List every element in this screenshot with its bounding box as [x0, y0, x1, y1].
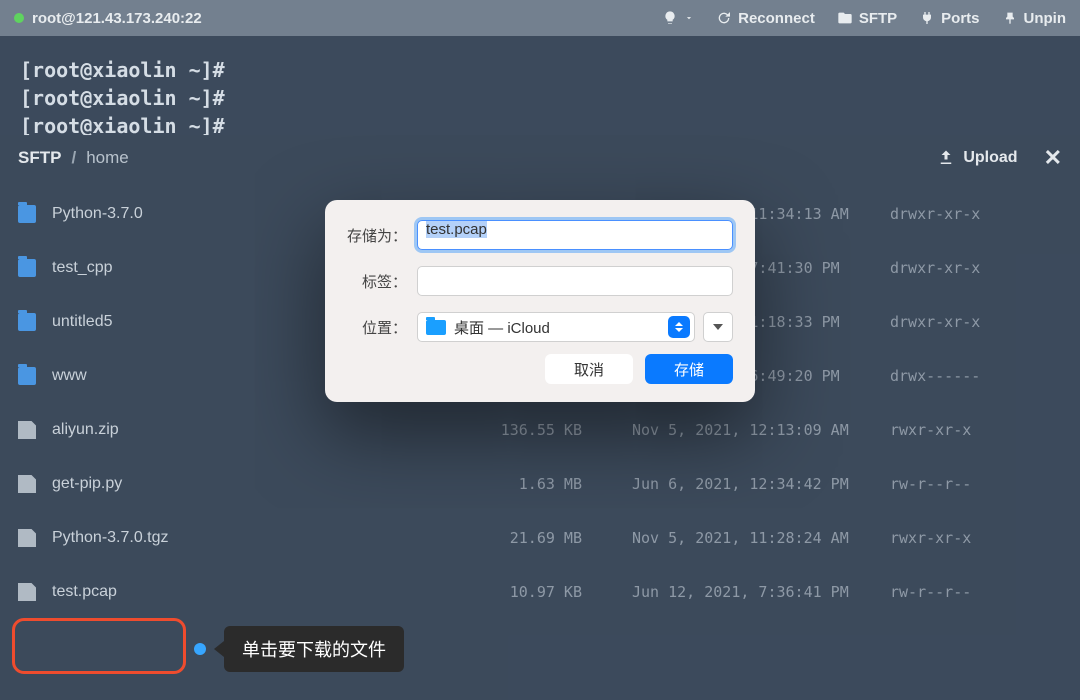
save-button[interactable]: 存储	[645, 354, 733, 384]
list-item[interactable]: test.pcap 10.97 KB Jun 12, 2021, 7:36:41…	[0, 565, 1080, 619]
file-icon	[18, 529, 36, 547]
callout-text: 单击要下载的文件	[224, 626, 404, 672]
pin-icon	[1002, 10, 1018, 26]
callout-dot-icon	[194, 643, 206, 655]
cancel-button[interactable]: 取消	[545, 354, 633, 384]
upload-button[interactable]: Upload	[937, 149, 1017, 167]
callout-arrow-icon	[214, 641, 224, 657]
location-label: 位置：	[347, 317, 417, 338]
unpin-button[interactable]: Unpin	[1002, 10, 1067, 27]
ports-label: Ports	[941, 10, 979, 27]
reconnect-label: Reconnect	[738, 10, 815, 27]
plug-icon	[919, 10, 935, 26]
host-text: root@121.43.173.240:22	[32, 10, 202, 27]
folder-open-icon	[837, 10, 853, 26]
reconnect-button[interactable]: Reconnect	[716, 10, 815, 27]
connection-status-dot	[14, 13, 24, 23]
window-title: root@121.43.173.240:22	[14, 10, 202, 27]
file-icon	[18, 421, 36, 439]
callout-tooltip: 单击要下载的文件	[194, 626, 404, 672]
tags-input[interactable]	[417, 266, 733, 296]
location-select[interactable]: 桌面 — iCloud	[417, 312, 695, 342]
list-item[interactable]: Python-3.7.0.tgz 21.69 MB Nov 5, 2021, 1…	[0, 511, 1080, 565]
file-icon	[18, 583, 36, 601]
folder-icon	[426, 320, 446, 335]
location-value: 桌面 — iCloud	[454, 317, 668, 338]
lightbulb-icon	[662, 10, 678, 26]
ports-button[interactable]: Ports	[919, 10, 979, 27]
toolbar: root@121.43.173.240:22 Reconnect SFTP Po…	[0, 0, 1080, 36]
saveas-input[interactable]: test.pcap	[417, 220, 733, 250]
folder-icon	[18, 205, 36, 223]
breadcrumb-home[interactable]: home	[86, 148, 129, 168]
folder-icon	[18, 313, 36, 331]
refresh-icon	[716, 10, 732, 26]
list-item[interactable]: get-pip.py 1.63 MB Jun 6, 2021, 12:34:42…	[0, 457, 1080, 511]
sftp-label: SFTP	[859, 10, 897, 27]
sftp-title: SFTP	[18, 148, 61, 168]
folder-icon	[18, 259, 36, 277]
chevron-down-icon	[684, 13, 694, 23]
folder-icon	[18, 367, 36, 385]
upload-label: Upload	[963, 149, 1017, 167]
select-stepper-icon	[668, 316, 690, 338]
unpin-label: Unpin	[1024, 10, 1067, 27]
sftp-header: SFTP / home Upload ✕	[0, 135, 1080, 181]
breadcrumb-separator: /	[71, 148, 76, 168]
expand-button[interactable]	[703, 312, 733, 342]
save-dialog: 存储为： test.pcap 标签： 位置： 桌面 — iCloud 取消 存储	[325, 200, 755, 402]
tags-label: 标签：	[347, 271, 417, 292]
list-item[interactable]: aliyun.zip 136.55 KB Nov 5, 2021, 12:13:…	[0, 403, 1080, 457]
sftp-button[interactable]: SFTP	[837, 10, 897, 27]
saveas-label: 存储为：	[347, 225, 417, 246]
close-icon[interactable]: ✕	[1044, 145, 1062, 171]
upload-icon	[937, 149, 955, 167]
hint-button[interactable]	[662, 10, 694, 26]
file-icon	[18, 475, 36, 493]
terminal[interactable]: [root@xiaolin ~]# [root@xiaolin ~]# [roo…	[0, 36, 1080, 140]
